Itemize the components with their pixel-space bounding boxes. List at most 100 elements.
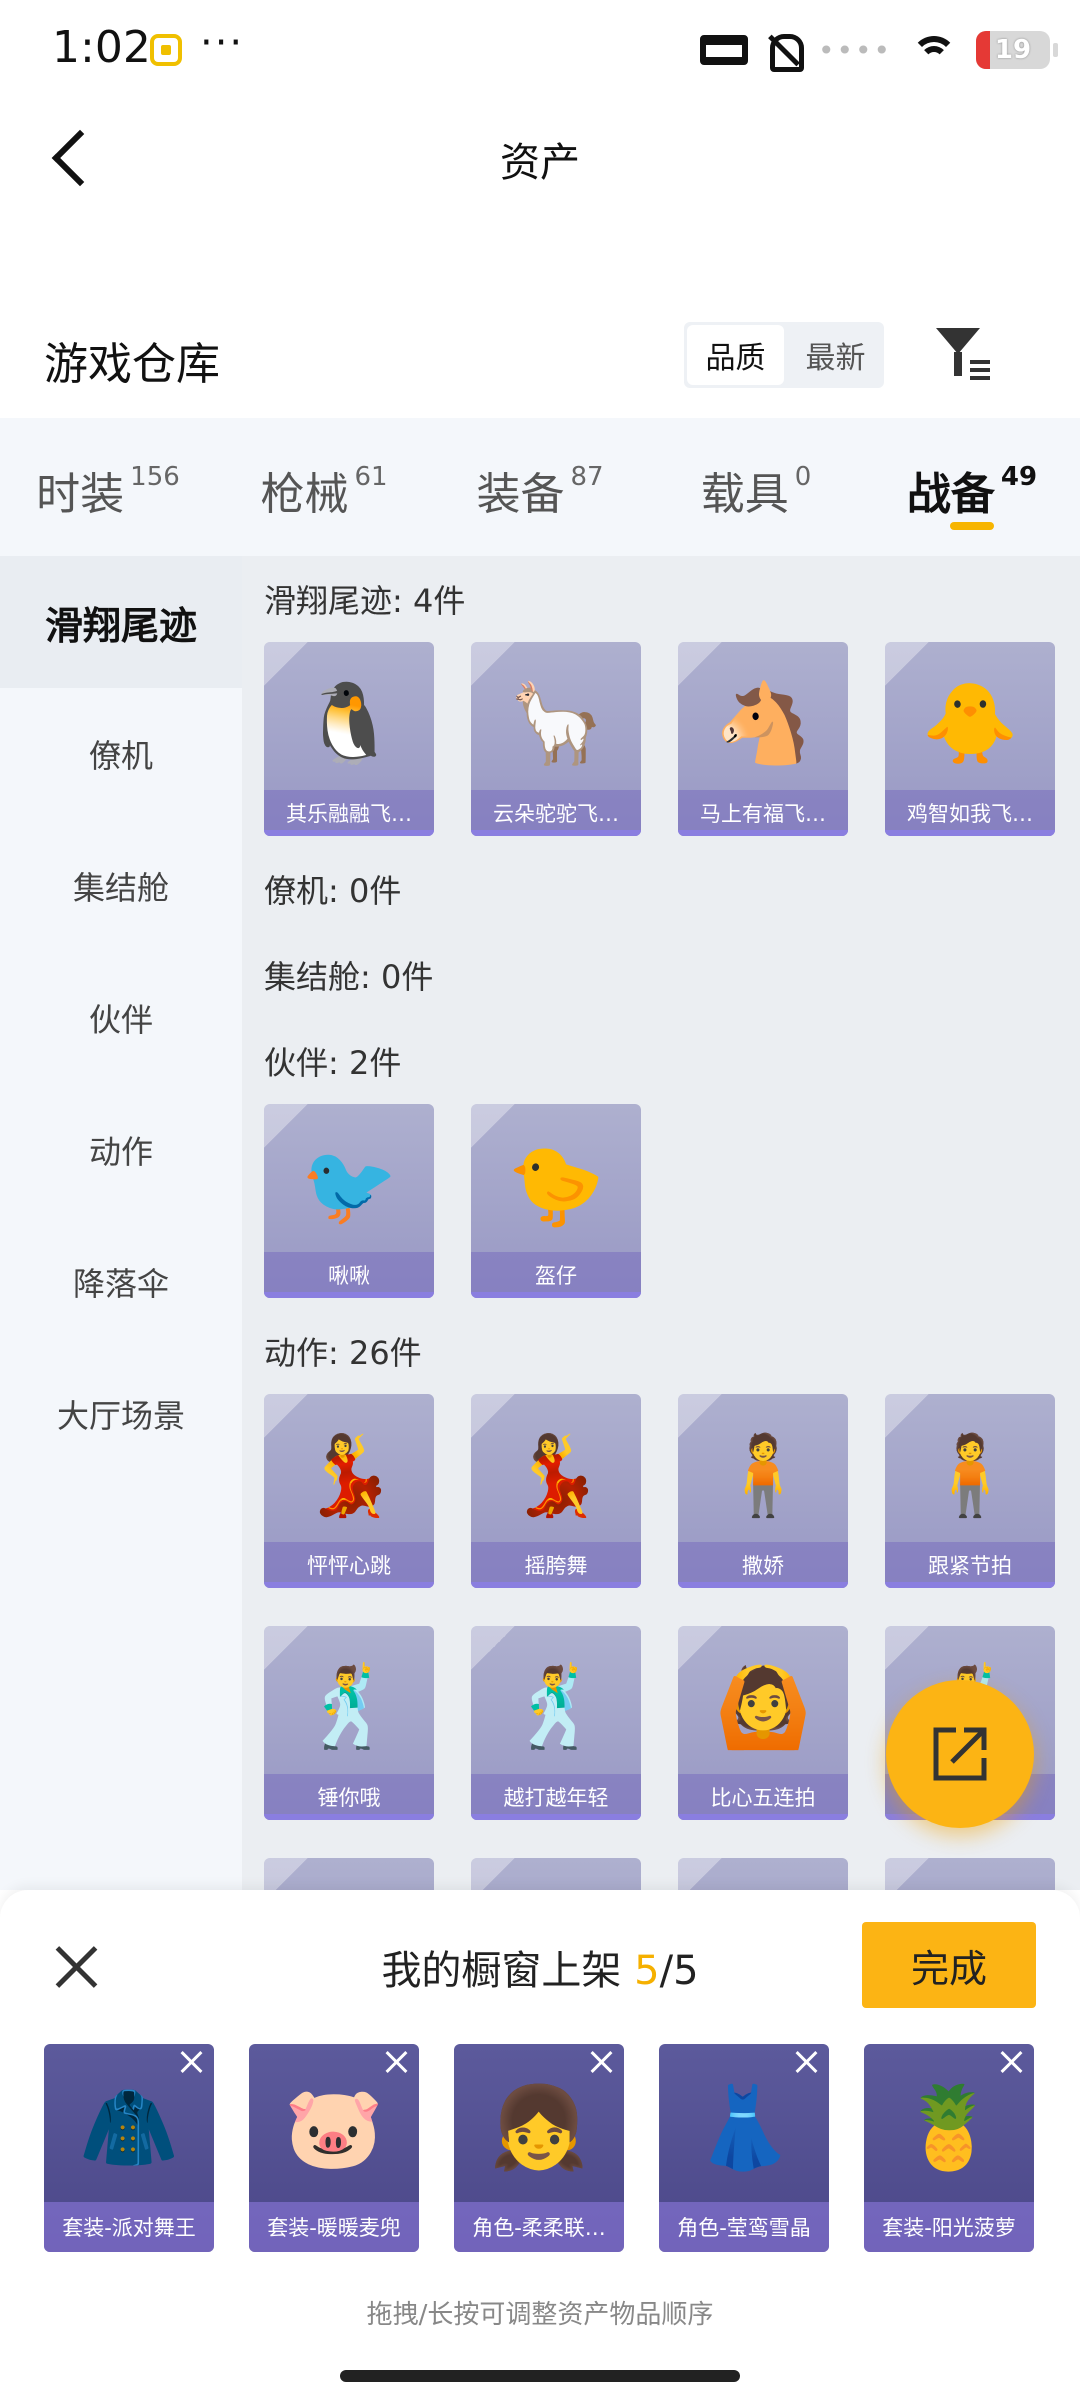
item-thumbnail: ✨ [471,1876,641,1890]
tab-count: 156 [130,462,180,492]
item-thumbnail: 🕺 [300,1662,398,1753]
item-card[interactable]: 🐴 马上有福飞… [678,642,848,836]
item-card[interactable]: 🧍 跟紧节拍 [885,1394,1055,1588]
showcase-item[interactable]: 🧥 套装-派对舞王 [44,2044,214,2252]
side-item-wingman[interactable]: 僚机 [0,688,242,820]
tab-firearms[interactable]: 枪械 61 [216,418,432,556]
item-thumbnail: 🙆 [714,1662,812,1753]
showcase-thumbnail: 🐷 [284,2081,384,2174]
showcase-item[interactable]: 👧 角色-柔柔联… [454,2044,624,2252]
section-title: 集结舱: 0件 [264,958,434,996]
remove-icon[interactable] [793,2048,821,2076]
showcase-item-name: 套装-阳光菠萝 [864,2202,1034,2252]
sort-toggle: 品质 最新 [684,322,884,388]
item-card[interactable]: 💃 怦怦心跳 [264,1394,434,1588]
home-indicator[interactable] [340,2370,740,2382]
showcase-item-name: 套装-暖暖麦兜 [249,2202,419,2252]
showcase-item[interactable]: 👗 角色-莹鸾雪晶 [659,2044,829,2252]
side-item-partner[interactable]: 伙伴 [0,952,242,1084]
share-button[interactable] [886,1680,1034,1828]
item-card[interactable]: 💃 摇胯舞 [471,1394,641,1588]
item-thumbnail: 🐴 [714,678,812,769]
mute-icon [766,32,804,72]
item-card[interactable]: 🕺 越打越年轻 [471,1626,641,1820]
showcase-item-name: 角色-柔柔联… [454,2202,624,2252]
sort-quality[interactable]: 品质 [687,325,784,385]
item-card[interactable]: 🧍 [264,1858,434,1890]
item-thumbnail: 🧍 [264,1876,434,1890]
item-card[interactable]: 🙆 比心五连拍 [678,1626,848,1820]
page-title: 资产 [500,140,580,186]
warehouse-bar: 游戏仓库 品质 最新 [0,300,1080,418]
item-card[interactable]: 🐥 鸡智如我飞… [885,642,1055,836]
item-thumbnail: 🦙 [507,678,605,769]
bed-icon [699,35,748,65]
item-thumbnail: 💃 [507,1430,605,1521]
item-thumbnail: 🧍 [921,1430,1019,1521]
share-icon [933,1727,987,1781]
tab-equipment[interactable]: 装备 87 [432,418,648,556]
item-card[interactable]: 🧍 [678,1858,848,1890]
remove-icon[interactable] [383,2048,411,2076]
battery-icon: 19 [976,31,1058,69]
showcase-count-total: /5 [659,1948,699,1994]
section-title: 伙伴: 2件 [264,1044,402,1082]
tab-label: 枪械 [260,469,349,520]
header: 资产 [0,100,1080,210]
showcase-item[interactable]: 🍍 套装-阳光菠萝 [864,2044,1034,2252]
tab-combat-supplies[interactable]: 战备 49 [864,418,1080,556]
status-bar: 1:02 ··· •••• 19 [0,0,1080,100]
item-grid: 🐧 其乐融融飞… 🦙 云朵驼驼飞… 🐴 马上有福飞… 🐥 鸡智如我飞… [242,642,1080,836]
item-card[interactable]: 🧍 [885,1858,1055,1890]
tab-label: 载具 [700,469,789,520]
item-card[interactable]: 🐦 啾啾 [264,1104,434,1298]
item-thumbnail: 🕺 [507,1662,605,1753]
side-item-emote[interactable]: 动作 [0,1084,242,1216]
signal-icon: •••• [817,33,892,67]
active-tab-indicator [950,522,994,530]
side-item-lobby-scene[interactable]: 大厅场景 [0,1348,242,1480]
showcase-thumbnail: 👧 [489,2081,589,2174]
remove-icon[interactable] [178,2048,206,2076]
showcase-thumbnail: 🍍 [899,2081,999,2174]
showcase-item-name: 套装-派对舞王 [44,2202,214,2252]
filter-icon[interactable] [936,324,992,386]
item-thumbnail: 🧍 [714,1430,812,1521]
showcase-thumbnail: 👗 [694,2081,794,2174]
item-card[interactable]: 🐧 其乐融融飞… [264,642,434,836]
item-card[interactable]: 🐤 盔仔 [471,1104,641,1298]
drag-hint: 拖拽/长按可调整资产物品顺序 [366,2300,714,2330]
showcase-list: 🧥 套装-派对舞王 🐷 套装-暖暖麦兜 👧 角色-柔柔联… 👗 角色-莹鸾雪晶 🍍 套装-… [44,2044,1034,2252]
tab-label: 战备 [906,469,995,520]
side-item-glide-trail[interactable]: 滑翔尾迹 [0,556,242,688]
item-thumbnail: 🐦 [300,1140,398,1231]
showcase-count-current: 5 [634,1948,660,1994]
tab-vehicles[interactable]: 载具 0 [648,418,864,556]
category-tabs: 时装 156 枪械 61 装备 87 载具 0 战备 49 [0,418,1080,556]
item-card[interactable]: 🦙 云朵驼驼飞… [471,642,641,836]
item-thumbnail: 🐤 [507,1140,605,1231]
showcase-panel: 我的橱窗上架 5/5 完成 🧥 套装-派对舞王 🐷 套装-暖暖麦兜 👧 角色-柔柔联…… [0,1890,1080,2400]
item-card[interactable]: 🧍 撒娇 [678,1394,848,1588]
sort-newest[interactable]: 最新 [787,322,884,388]
item-card[interactable]: ✨ [471,1858,641,1890]
remove-icon[interactable] [998,2048,1026,2076]
side-item-assembly-pod[interactable]: 集结舱 [0,820,242,952]
side-item-parachute[interactable]: 降落伞 [0,1216,242,1348]
tab-count: 61 [354,462,388,492]
tab-count: 49 [1000,462,1038,492]
showcase-item-name: 角色-莹鸾雪晶 [659,2202,829,2252]
item-card[interactable]: 🕺 锤你哦 [264,1626,434,1820]
item-thumbnail: 🐧 [300,678,398,769]
showcase-item[interactable]: 🐷 套装-暖暖麦兜 [249,2044,419,2252]
tab-label: 时装 [36,469,125,520]
section-title: 动作: 26件 [264,1334,422,1372]
done-button[interactable]: 完成 [862,1922,1036,2008]
section-title: 滑翔尾迹: 4件 [264,582,466,620]
more-notifications-icon: ··· [200,20,245,66]
remove-icon[interactable] [588,2048,616,2076]
tab-label: 装备 [476,469,565,520]
showcase-thumbnail: 🧥 [79,2081,179,2174]
tab-fashion[interactable]: 时装 156 [0,418,216,556]
app-notification-icon [150,34,182,66]
